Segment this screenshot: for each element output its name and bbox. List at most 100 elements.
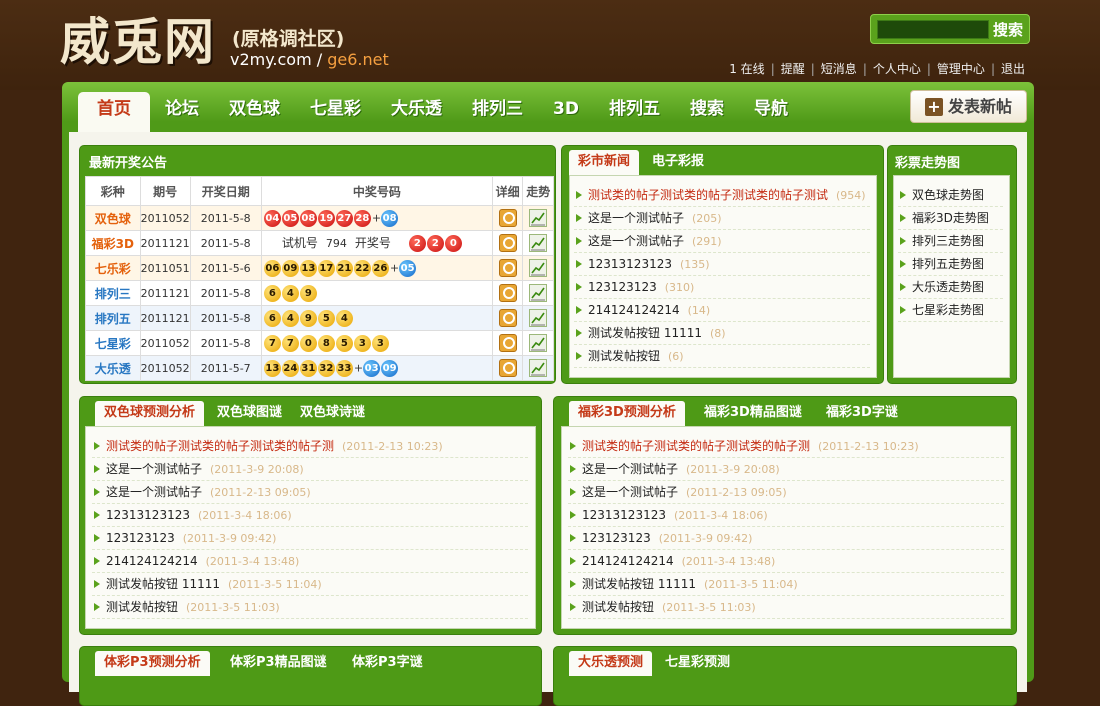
list-item[interactable]: 测试类的帖子测试类的帖子测试类的帖子测 (2011-2-13 10:23) [568,435,1004,458]
trend-item[interactable]: 双色球走势图 [898,184,1003,207]
trend-item[interactable]: 七星彩走势图 [898,299,1003,322]
post-title[interactable]: 12313123123 [582,508,666,522]
post-new-button[interactable]: + 发表新帖 [910,90,1027,123]
list-item[interactable]: 测试发帖按钮 (2011-3-5 11:03) [92,596,528,619]
post-title[interactable]: 123123123 [582,531,651,545]
list-item[interactable]: 测试类的帖子测试类的帖子测试类的帖子测 (2011-2-13 10:23) [92,435,528,458]
section-tab[interactable]: 体彩P3字谜 [343,651,432,676]
lottery-kind[interactable]: 排列三 [85,280,141,306]
list-item[interactable]: 这是一个测试帖子 (291) [574,230,870,253]
list-item[interactable]: 123123123 (310) [574,276,870,299]
list-item[interactable]: 测试类的帖子测试类的帖子测试类的帖子测试 (954) [574,184,870,207]
trend-chart-icon[interactable] [529,209,548,227]
trend-chart-icon[interactable] [529,284,548,302]
nav-tab[interactable]: 首页 [78,92,150,134]
section-tab[interactable]: 双色球诗谜 [291,401,374,426]
post-title[interactable]: 12313123123 [588,257,672,271]
magnifier-icon[interactable] [498,334,517,352]
section-tab[interactable]: 福彩3D字谜 [817,401,907,426]
nav-tab[interactable]: 排列三 [457,92,538,132]
trend-chart-icon[interactable] [529,259,548,277]
user-link[interactable]: 管理中心 [937,62,985,76]
post-title[interactable]: 测试类的帖子测试类的帖子测试类的帖子测 [106,439,334,453]
post-title[interactable]: 这是一个测试帖子 [106,462,202,476]
post-title[interactable]: 测试类的帖子测试类的帖子测试类的帖子测试 [588,188,828,202]
trend-chart-icon[interactable] [529,359,548,377]
section-tab[interactable]: 体彩P3预测分析 [95,651,210,676]
user-link[interactable]: 短消息 [821,62,857,76]
post-title[interactable]: 测试发帖按钮 [106,600,178,614]
user-link[interactable]: 1 在线 [729,62,764,76]
nav-tab[interactable]: 排列五 [594,92,675,132]
trend-item[interactable]: 大乐透走势图 [898,276,1003,299]
list-item[interactable]: 这是一个测试帖子 (205) [574,207,870,230]
post-title[interactable]: 214124124214 [582,554,674,568]
post-title[interactable]: 12313123123 [106,508,190,522]
list-item[interactable]: 214124124214 (2011-3-4 13:48) [568,550,1004,573]
section-tab[interactable]: 双色球图谜 [208,401,291,426]
section-tab[interactable]: 七星彩预测 [656,651,739,676]
nav-tab[interactable]: 导航 [739,92,803,132]
nav-tab[interactable]: 搜索 [675,92,739,132]
section-tab[interactable]: 福彩3D精品图谜 [695,401,811,426]
lottery-kind[interactable]: 大乐透 [85,355,141,381]
section-tab[interactable]: 体彩P3精品图谜 [221,651,336,676]
trend-link[interactable]: 双色球走势图 [912,188,984,202]
section-tab[interactable]: 彩市新闻 [569,150,640,175]
lottery-kind[interactable]: 七星彩 [85,330,141,356]
lottery-kind[interactable]: 双色球 [85,205,141,231]
section-tab[interactable]: 电子彩报 [643,150,713,175]
search-button[interactable]: 搜索 [993,19,1023,40]
section-tab[interactable]: 大乐透预测 [569,651,653,676]
magnifier-icon[interactable] [498,234,517,252]
trend-item[interactable]: 排列五走势图 [898,253,1003,276]
search-input[interactable] [877,20,989,39]
trend-link[interactable]: 排列三走势图 [912,234,984,248]
lottery-kind[interactable]: 排列五 [85,305,141,331]
list-item[interactable]: 123123123 (2011-3-9 09:42) [568,527,1004,550]
magnifier-icon[interactable] [498,259,517,277]
post-title[interactable]: 这是一个测试帖子 [582,485,678,499]
post-title[interactable]: 测试发帖按钮 11111 [106,577,220,591]
list-item[interactable]: 测试发帖按钮 (6) [574,345,870,368]
site-logo[interactable]: 威兎网 (原格调社区) v2my.com / ge6.net [60,14,389,70]
list-item[interactable]: 这是一个测试帖子 (2011-2-13 09:05) [92,481,528,504]
trend-chart-icon[interactable] [529,309,548,327]
post-title[interactable]: 测试发帖按钮 [588,349,660,363]
nav-tab[interactable]: 3D [538,92,594,132]
list-item[interactable]: 214124124214 (2011-3-4 13:48) [92,550,528,573]
list-item[interactable]: 这是一个测试帖子 (2011-2-13 09:05) [568,481,1004,504]
lottery-kind[interactable]: 福彩3D [85,230,141,256]
list-item[interactable]: 12313123123 (2011-3-4 18:06) [568,504,1004,527]
user-link[interactable]: 退出 [1001,62,1025,76]
nav-tab[interactable]: 双色球 [214,92,295,132]
list-item[interactable]: 测试发帖按钮 11111 (2011-3-5 11:04) [92,573,528,596]
list-item[interactable]: 这是一个测试帖子 (2011-3-9 20:08) [568,458,1004,481]
post-title[interactable]: 这是一个测试帖子 [588,234,684,248]
nav-tab[interactable]: 大乐透 [376,92,457,132]
post-title[interactable]: 这是一个测试帖子 [106,485,202,499]
list-item[interactable]: 这是一个测试帖子 (2011-3-9 20:08) [92,458,528,481]
magnifier-icon[interactable] [498,359,517,377]
post-title[interactable]: 测试发帖按钮 [582,600,654,614]
trend-link[interactable]: 排列五走势图 [912,257,984,271]
list-item[interactable]: 12313123123 (2011-3-4 18:06) [92,504,528,527]
post-title[interactable]: 214124124214 [106,554,198,568]
post-title[interactable]: 123123123 [106,531,175,545]
post-title[interactable]: 测试发帖按钮 11111 [582,577,696,591]
section-tab[interactable]: 福彩3D预测分析 [569,401,685,426]
post-title[interactable]: 测试类的帖子测试类的帖子测试类的帖子测 [582,439,810,453]
list-item[interactable]: 214124124214 (14) [574,299,870,322]
post-title[interactable]: 214124124214 [588,303,680,317]
trend-link[interactable]: 大乐透走势图 [912,280,984,294]
trend-item[interactable]: 排列三走势图 [898,230,1003,253]
user-link[interactable]: 个人中心 [873,62,921,76]
magnifier-icon[interactable] [498,209,517,227]
post-title[interactable]: 这是一个测试帖子 [588,211,684,225]
list-item[interactable]: 12313123123 (135) [574,253,870,276]
magnifier-icon[interactable] [498,309,517,327]
trend-link[interactable]: 七星彩走势图 [912,303,984,317]
post-title[interactable]: 123123123 [588,280,657,294]
trend-link[interactable]: 福彩3D走势图 [912,211,989,225]
trend-chart-icon[interactable] [529,234,548,252]
